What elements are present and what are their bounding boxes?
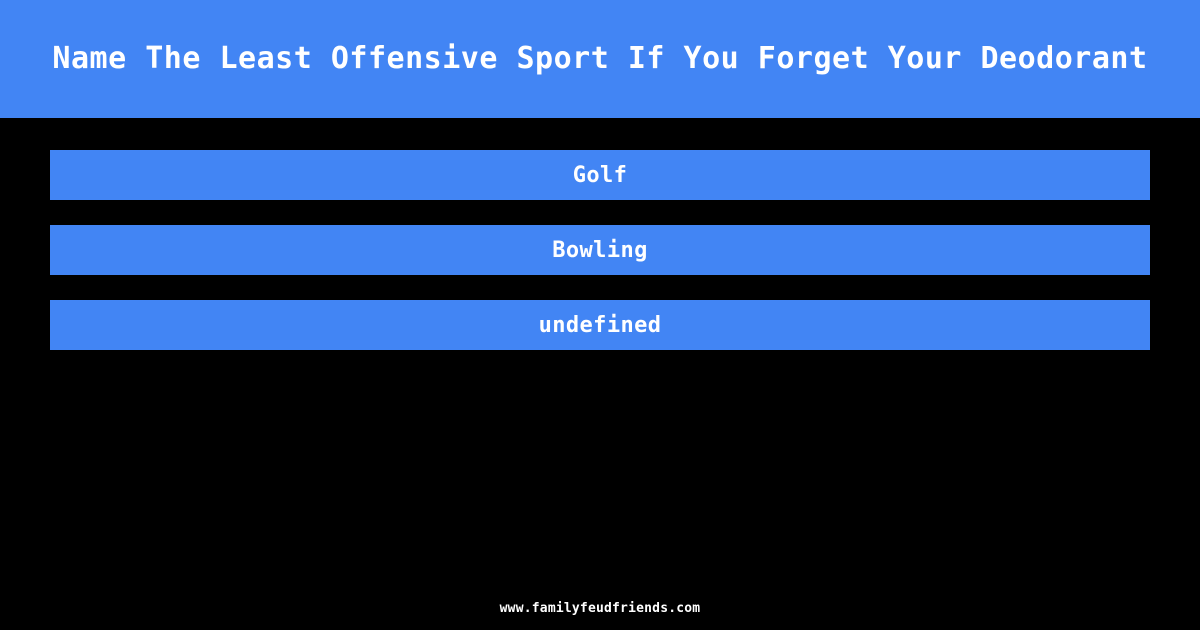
question-title: Name The Least Offensive Sport If You Fo…	[52, 40, 1148, 76]
answer-label: Bowling	[552, 237, 648, 263]
answer-row[interactable]: Golf	[50, 150, 1150, 200]
answer-list: Golf Bowling undefined	[50, 150, 1150, 350]
footer: www.familyfeudfriends.com	[0, 598, 1200, 618]
answer-row[interactable]: undefined	[50, 300, 1150, 350]
site-url: www.familyfeudfriends.com	[499, 600, 701, 616]
answer-card: Name The Least Offensive Sport If You Fo…	[0, 0, 1200, 630]
question-header: Name The Least Offensive Sport If You Fo…	[0, 0, 1200, 118]
answer-row[interactable]: Bowling	[50, 225, 1150, 275]
answer-label: Golf	[572, 162, 628, 188]
answer-label: undefined	[538, 312, 662, 338]
